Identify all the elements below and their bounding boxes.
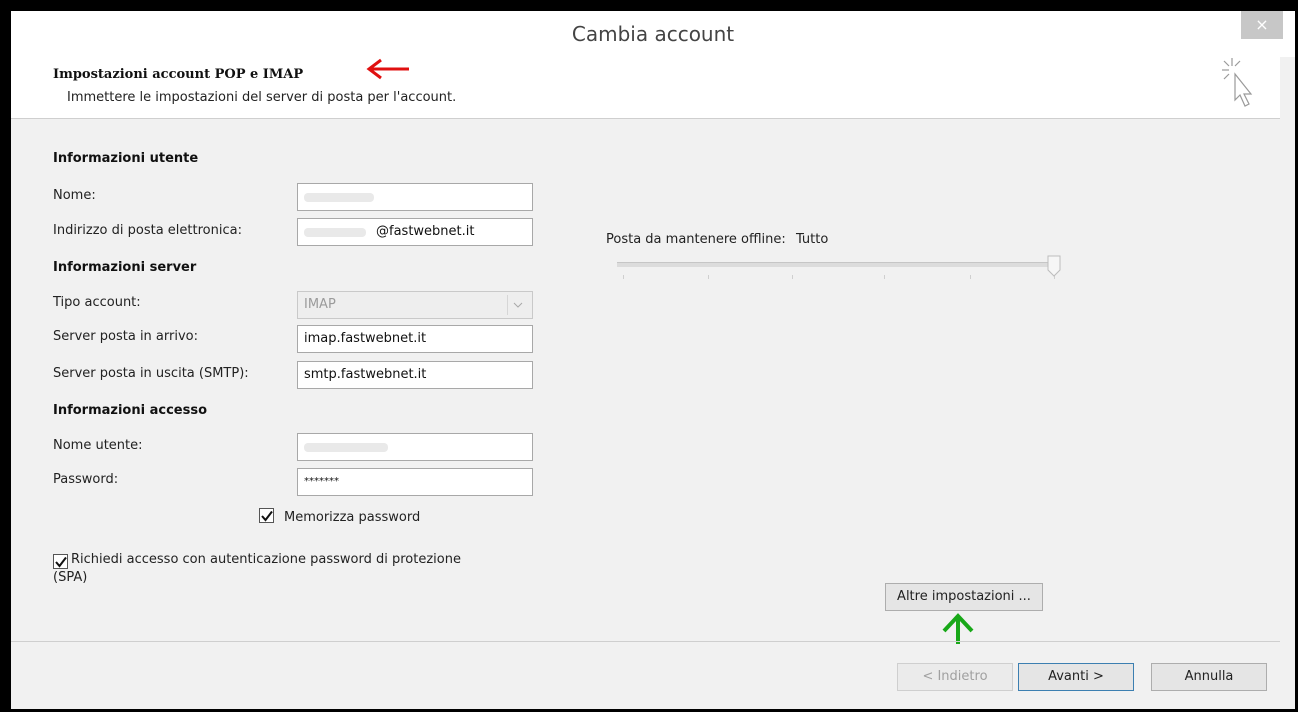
back-button[interactable]: < Indietro xyxy=(897,663,1013,691)
slider-tick xyxy=(884,275,885,279)
slider-tick xyxy=(623,275,624,279)
chevron-down-icon xyxy=(507,295,528,315)
header-title: Impostazioni account POP e IMAP xyxy=(53,67,304,82)
outgoing-server-label: Server posta in uscita (SMTP): xyxy=(53,366,249,381)
login-info-heading: Informazioni accesso xyxy=(53,403,208,418)
spa-checkbox[interactable] xyxy=(53,554,68,569)
offline-label-text: Posta da mantenere offline: xyxy=(606,232,786,247)
header-subtitle: Immettere le impostazioni del server di … xyxy=(67,90,457,105)
username-field[interactable] xyxy=(297,433,533,461)
name-field[interactable] xyxy=(297,183,533,211)
cancel-button[interactable]: Annulla xyxy=(1151,663,1267,691)
username-label: Nome utente: xyxy=(53,438,143,453)
remember-password-label[interactable]: Memorizza password xyxy=(284,510,420,525)
email-value: @fastwebnet.it xyxy=(376,224,475,239)
remember-password-checkbox[interactable] xyxy=(259,508,274,523)
header-separator xyxy=(11,118,1280,119)
slider-tick xyxy=(792,275,793,279)
redacted-username xyxy=(304,443,388,452)
checkmark-icon xyxy=(261,510,273,522)
user-info-heading: Informazioni utente xyxy=(53,151,199,166)
name-label: Nome: xyxy=(53,188,96,203)
red-annotation-arrow-icon xyxy=(366,58,409,80)
incoming-server-field[interactable]: imap.fastwebnet.it xyxy=(297,325,533,353)
offline-slider-thumb[interactable] xyxy=(1047,255,1061,277)
wizard-cursor-icon xyxy=(1222,58,1253,107)
password-field[interactable]: ******* xyxy=(297,468,533,496)
footer-separator xyxy=(11,641,1280,642)
redacted-email-user xyxy=(304,228,366,237)
spa-label-line2: (SPA) xyxy=(53,570,88,585)
account-type-label: Tipo account: xyxy=(53,295,141,310)
checkmark-icon xyxy=(55,556,67,568)
offline-value: Tutto xyxy=(795,232,829,247)
outgoing-server-field[interactable]: smtp.fastwebnet.it xyxy=(297,361,533,389)
next-button[interactable]: Avanti > xyxy=(1018,663,1134,691)
email-field[interactable]: @fastwebnet.it xyxy=(297,218,533,246)
slider-tick xyxy=(708,275,709,279)
incoming-server-label: Server posta in arrivo: xyxy=(53,329,198,344)
offline-slider-track[interactable] xyxy=(617,262,1057,267)
spa-label-line1[interactable]: Richiedi accesso con autenticazione pass… xyxy=(71,552,461,567)
offline-setting-label: Posta da mantenere offline: Tutto xyxy=(606,232,828,247)
close-button[interactable]: × xyxy=(1241,11,1283,39)
account-type-select[interactable]: IMAP xyxy=(297,291,533,319)
more-settings-button[interactable]: Altre impostazioni ... xyxy=(885,583,1043,611)
email-label: Indirizzo di posta elettronica: xyxy=(53,223,242,238)
redacted-name xyxy=(304,193,374,202)
account-type-value: IMAP xyxy=(304,297,336,312)
slider-tick xyxy=(970,275,971,279)
server-info-heading: Informazioni server xyxy=(53,260,197,275)
dialog-header: Impostazioni account POP e IMAP Immetter… xyxy=(11,46,1280,118)
password-label: Password: xyxy=(53,472,119,487)
